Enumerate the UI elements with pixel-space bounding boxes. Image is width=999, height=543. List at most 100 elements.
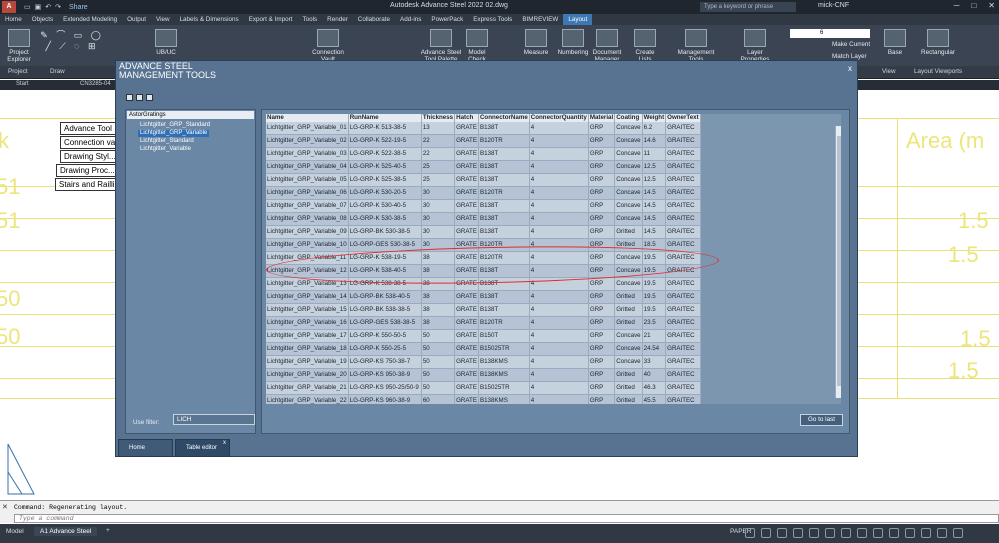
table-cell[interactable]: Gritted — [614, 381, 643, 395]
table-cell[interactable]: B138T — [478, 122, 530, 135]
table-cell[interactable]: GRATE — [454, 342, 479, 356]
table-cell[interactable]: Gritted — [614, 394, 643, 404]
column-header-hatch[interactable]: Hatch — [454, 114, 479, 122]
table-cell[interactable]: 50 — [421, 329, 456, 343]
connection-vault-button[interactable]: Connection Vault — [308, 29, 348, 63]
ub-uc-button[interactable]: UB/UC — [150, 29, 182, 56]
table-cell[interactable]: GRAITEC — [665, 186, 701, 200]
tab-home[interactable]: Home — [118, 439, 173, 457]
table-cell[interactable]: 50 — [421, 355, 456, 369]
column-header-coating[interactable]: Coating — [614, 114, 643, 122]
table-cell[interactable]: 50 — [421, 368, 456, 382]
redo-icon[interactable]: ↷ — [55, 3, 61, 11]
palette-button[interactable]: Drawing Styl... — [60, 150, 120, 163]
annotation-icon[interactable] — [841, 528, 851, 538]
close-tab-icon[interactable]: x — [223, 435, 226, 451]
table-cell[interactable]: GRATE — [454, 381, 479, 395]
vertical-scrollbar[interactable] — [835, 126, 841, 398]
table-cell[interactable]: GRAITEC — [665, 381, 701, 395]
table-cell[interactable]: 14.5 — [642, 225, 667, 239]
table-cell[interactable]: 13 — [421, 122, 456, 135]
table-cell[interactable]: GRATE — [454, 199, 479, 213]
palette-button[interactable]: Drawing Proc... — [56, 164, 119, 177]
table-cell[interactable]: GRP — [588, 355, 616, 369]
tab-start[interactable]: Start — [16, 81, 29, 87]
table-cell[interactable]: 4 — [529, 212, 589, 226]
table-cell[interactable]: LG-GRP-KS 960-38-9 — [348, 394, 422, 404]
table-cell[interactable]: Lichtgitter_GRP_Variable_20 — [266, 368, 349, 382]
filter-input[interactable]: LICH — [173, 414, 255, 425]
column-header-ownertext[interactable]: OwnerText — [665, 114, 701, 122]
table-cell[interactable]: GRATE — [454, 355, 479, 369]
table-cell[interactable]: 4 — [529, 381, 589, 395]
table-cell[interactable]: GRAITEC — [665, 122, 701, 135]
table-cell[interactable]: LG-GRP-GES 538-38-5 — [348, 316, 422, 330]
table-cell[interactable]: 4 — [529, 368, 589, 382]
tab-table-editor[interactable]: Table editor x — [175, 439, 230, 457]
table-cell[interactable]: 30 — [421, 199, 456, 213]
table-cell[interactable]: 25 — [421, 160, 456, 174]
table-cell[interactable]: 4 — [529, 199, 589, 213]
table-cell[interactable]: B138T — [478, 160, 530, 174]
table-cell[interactable]: 14.5 — [642, 212, 667, 226]
table-cell[interactable]: 4 — [529, 316, 589, 330]
table-cell[interactable]: 50 — [421, 381, 456, 395]
model-check-button[interactable]: Model Check — [464, 29, 490, 63]
table-cell[interactable]: 4 — [529, 225, 589, 239]
table-cell[interactable]: 4 — [529, 122, 589, 135]
table-cell[interactable]: Lichtgitter_GRP_Variable_16 — [266, 316, 349, 330]
table-cell[interactable]: GRP — [588, 329, 616, 343]
draw-tool-icons-2[interactable]: ╱ ⟋ ◌ ⊞ — [45, 41, 98, 52]
column-header-material[interactable]: Material — [588, 114, 616, 122]
ribbon-tab-add-ins[interactable]: Add-ins — [395, 14, 426, 25]
minimize-button[interactable]: ─ — [954, 1, 960, 10]
table-cell[interactable]: 6.2 — [642, 122, 667, 135]
table-row[interactable]: Lichtgitter_GRP_Variable_14 LG-GRP-BK 538… — [266, 290, 701, 304]
table-cell[interactable]: 30 — [421, 225, 456, 239]
open-folder-icon[interactable] — [136, 94, 143, 101]
tree-item[interactable]: Lichtgitter_GRP_Standard — [138, 122, 212, 129]
table-cell[interactable]: 38 — [421, 290, 456, 304]
table-cell[interactable]: B138T — [478, 290, 530, 304]
ribbon-tab-view[interactable]: View — [151, 14, 175, 25]
table-cell[interactable]: GRP — [588, 225, 616, 239]
app-logo[interactable]: A — [2, 1, 16, 13]
table-cell[interactable]: Lichtgitter_GRP_Variable_14 — [266, 290, 349, 304]
palette-button[interactable]: Advance Tool — [60, 122, 116, 135]
ortho-icon[interactable] — [777, 528, 787, 538]
table-cell[interactable]: B138T — [478, 225, 530, 239]
table-cell[interactable]: GRATE — [454, 173, 479, 187]
layer-dropdown[interactable]: 6 — [790, 29, 870, 38]
table-cell[interactable]: Gritted — [614, 225, 643, 239]
table-cell[interactable]: B138T — [478, 147, 530, 161]
measure-button[interactable]: Measure — [520, 29, 552, 56]
table-row[interactable]: Lichtgitter_GRP_Variable_22 LG-GRP-KS 960… — [266, 394, 701, 404]
table-cell[interactable]: B138T — [478, 173, 530, 187]
table-cell[interactable]: 30 — [421, 186, 456, 200]
table-cell[interactable]: LG-GRP-K 522-19-5 — [348, 134, 422, 148]
base-button[interactable]: Base — [882, 29, 908, 56]
table-cell[interactable]: Concave — [614, 173, 643, 187]
table-cell[interactable]: 23.5 — [642, 316, 667, 330]
table-cell[interactable]: B150T — [478, 329, 530, 343]
table-row[interactable]: Lichtgitter_GRP_Variable_16 LG-GRP-GES 53… — [266, 316, 701, 330]
match-layer-button[interactable]: Match Layer — [832, 53, 867, 60]
table-cell[interactable]: 4 — [529, 329, 589, 343]
tab-drawing-file[interactable]: CN3285-04 — [80, 81, 111, 87]
table-cell[interactable]: Lichtgitter_GRP_Variable_22 — [266, 394, 349, 404]
table-cell[interactable]: 4 — [529, 290, 589, 304]
ribbon-tab-tools[interactable]: Tools — [297, 14, 322, 25]
table-cell[interactable]: GRATE — [454, 303, 479, 317]
table-cell[interactable]: GRAITEC — [665, 225, 701, 239]
table-cell[interactable]: GRATE — [454, 368, 479, 382]
table-cell[interactable]: GRATE — [454, 290, 479, 304]
table-cell[interactable]: B138KMS — [478, 355, 530, 369]
open-icon[interactable]: ▭ — [24, 3, 31, 11]
table-cell[interactable]: 25 — [421, 173, 456, 187]
units-icon[interactable] — [873, 528, 883, 538]
table-cell[interactable]: LG-GRP-K 530-20-5 — [348, 186, 422, 200]
table-cell[interactable]: 4 — [529, 134, 589, 148]
table-cell[interactable]: GRP — [588, 186, 616, 200]
ribbon-tab-objects[interactable]: Objects — [27, 14, 58, 25]
table-cell[interactable]: GRAITEC — [665, 394, 701, 404]
